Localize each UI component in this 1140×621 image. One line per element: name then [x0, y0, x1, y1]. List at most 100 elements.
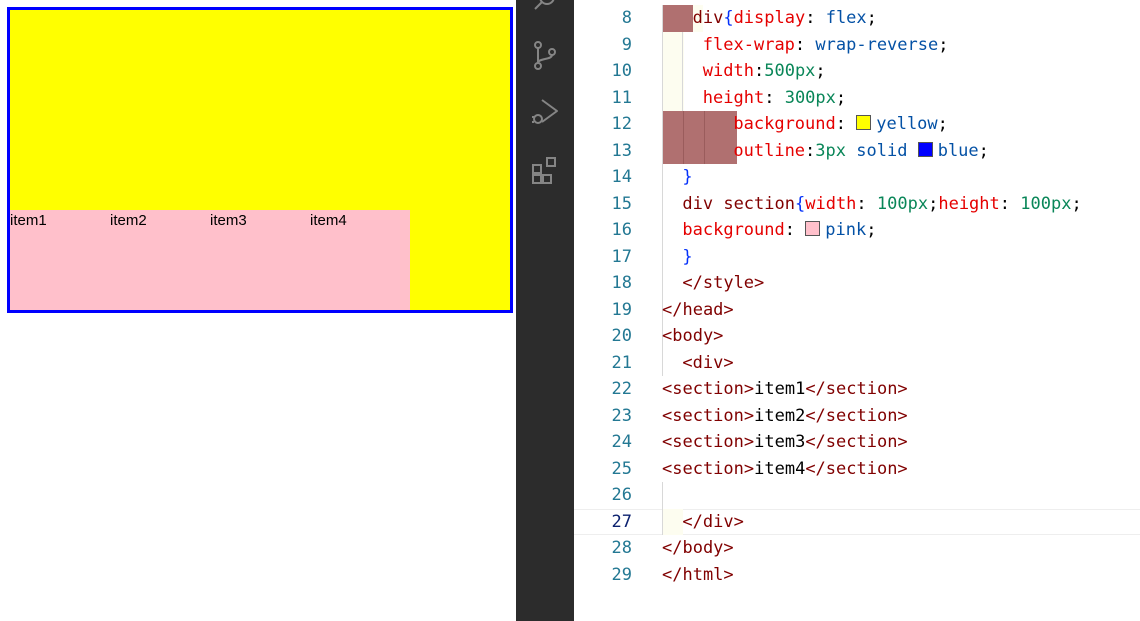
color-swatch[interactable]	[917, 141, 933, 157]
line-number: 11	[611, 87, 632, 108]
indent-guide	[662, 164, 663, 191]
code-token: ;	[937, 114, 948, 134]
line-number: 12	[611, 114, 632, 134]
code-token: :	[794, 34, 816, 55]
line-number: 8	[621, 8, 632, 28]
color-swatch[interactable]	[805, 221, 821, 236]
code-line[interactable]: 22 <section>item1</section>	[574, 376, 1140, 403]
line-number: 27	[611, 511, 632, 532]
code-line[interactable]: 13 outline:3px solid blue;	[574, 137, 1140, 164]
code-token: item1	[754, 379, 806, 399]
code-token: background	[682, 220, 785, 240]
code-line[interactable]: 20 <body>	[574, 323, 1140, 350]
indent-guide	[662, 137, 663, 164]
code-token: flex-wrap	[702, 34, 795, 55]
code-line[interactable]: 17}	[574, 243, 1140, 270]
run-debug-icon[interactable]	[530, 96, 560, 126]
indent-guide	[662, 58, 663, 85]
code-line[interactable]: 11 height: 300px;	[574, 84, 1140, 111]
code-line[interactable]: 24 <section>item3</section>	[574, 429, 1140, 456]
code-token: ;	[866, 8, 877, 28]
code-token: </html>	[662, 564, 734, 585]
code-token: 500px	[764, 61, 816, 81]
line-number: 25	[611, 458, 632, 479]
code-line[interactable]: 29 </html>	[574, 562, 1140, 589]
code-token: flex	[825, 8, 867, 28]
activity-bar	[516, 0, 574, 621]
code-line[interactable]: 23 <section>item2</section>	[574, 403, 1140, 430]
code-token: width	[805, 193, 857, 214]
code-token: {	[723, 8, 734, 28]
code-token: pink	[825, 220, 867, 240]
code-token: }	[682, 167, 693, 187]
code-line[interactable]: 10 width:500px;	[574, 58, 1140, 85]
code-text: <section>item2</section>	[662, 403, 908, 430]
code-token: :	[805, 8, 826, 28]
code-text: <section>item4</section>	[662, 456, 908, 483]
extensions-icon[interactable]	[530, 156, 560, 186]
search-icon[interactable]	[530, 0, 560, 16]
code-line[interactable]: 9 flex-wrap: wrap-reverse;	[574, 31, 1140, 59]
indent-highlight	[683, 137, 705, 164]
code-token: wrap-reverse	[815, 34, 939, 55]
color-swatch[interactable]	[856, 115, 872, 130]
code-line[interactable]: 14}	[574, 164, 1140, 191]
code-line[interactable]: 27 </div>	[574, 508, 1140, 536]
code-line[interactable]: 8 div{display: flex;	[574, 5, 1140, 32]
indent-highlight	[662, 84, 684, 111]
code-text: width:500px;	[703, 58, 826, 85]
code-line[interactable]: 28 </body>	[574, 535, 1140, 562]
indent-guide	[662, 31, 663, 58]
code-line[interactable]: 18 </style>	[574, 270, 1140, 297]
code-text: </style>	[682, 270, 764, 297]
code-line[interactable]: 25 <section>item4</section>	[574, 456, 1140, 483]
code-line[interactable]: 15 div section{width: 100px;height: 100px…	[574, 190, 1140, 218]
code-token: <section>	[662, 405, 755, 426]
indent-highlight	[704, 111, 737, 138]
code-token: <section>	[662, 458, 755, 479]
code-editor[interactable]: 8 div{display: flex; 9 flex-wrap: wrap-reve…	[574, 0, 1140, 621]
code-token: </section>	[805, 405, 908, 426]
code-token: ;	[1071, 193, 1082, 214]
line-number: 9	[621, 34, 632, 55]
code-text: </div>	[682, 509, 743, 536]
line-number: 16	[611, 220, 632, 240]
code-token: ;	[978, 140, 989, 161]
code-token: 3px	[815, 140, 847, 161]
line-number: 13	[611, 140, 632, 161]
line-number: 10	[611, 61, 632, 81]
indent-guide	[662, 482, 663, 509]
code-line[interactable]: 19 </head>	[574, 296, 1140, 323]
indent-guide	[662, 190, 663, 217]
indent-guide	[662, 217, 663, 244]
indent-guide	[662, 111, 663, 138]
code-text: }	[682, 164, 692, 191]
source-control-icon[interactable]	[530, 40, 560, 70]
line-number: 24	[611, 432, 632, 452]
indent-guide	[662, 508, 663, 535]
code-line[interactable]: 12 background: yellow;	[574, 111, 1140, 138]
line-number: 23	[611, 405, 632, 426]
code-token: </div>	[682, 511, 744, 532]
code-token: :	[805, 140, 816, 161]
indent-guide	[662, 84, 663, 111]
code-line[interactable]: 21 <div>	[574, 349, 1140, 376]
code-text: <section>item3</section>	[662, 429, 908, 456]
code-token: </style>	[682, 273, 765, 293]
line-number: 20	[611, 326, 632, 346]
line-number: 17	[611, 246, 632, 267]
code-token: ;	[866, 220, 877, 240]
code-text: flex-wrap: wrap-reverse;	[703, 32, 949, 59]
indent-guide	[662, 243, 663, 270]
indent-guide	[682, 58, 684, 85]
code-text: div section{width: 100px;height: 100px;	[682, 191, 1081, 218]
code-token: display	[733, 8, 806, 28]
code-token: outline	[733, 140, 806, 161]
code-line[interactable]: 16 background: pink;	[574, 217, 1140, 244]
line-number: 14	[611, 167, 632, 187]
flex-container-demo: item1 item2 item3 item4	[7, 7, 513, 313]
indent-guide	[662, 349, 663, 376]
code-line[interactable]: 26	[574, 482, 1140, 509]
code-token: <div>	[682, 352, 734, 373]
code-token: item3	[754, 432, 806, 452]
